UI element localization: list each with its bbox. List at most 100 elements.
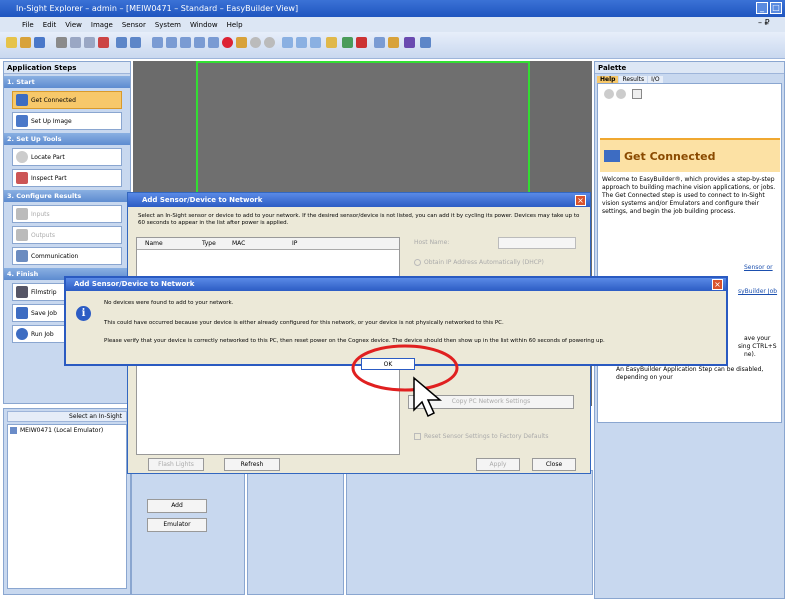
inputs-step[interactable]: Inputs [12, 205, 122, 223]
get-connected-step[interactable]: Get Connected [12, 91, 122, 109]
locate-part-step[interactable]: Locate Part [12, 148, 122, 166]
record-icon[interactable] [222, 37, 233, 48]
add-device-close-button[interactable]: × [575, 195, 586, 206]
tab-help[interactable]: Help [597, 76, 619, 83]
step-section-tools: 2. Set Up Tools [4, 133, 130, 145]
inspect-part-step[interactable]: Inspect Part [12, 169, 122, 187]
prev-image-icon[interactable] [166, 37, 177, 48]
graphics-icon[interactable] [374, 37, 385, 48]
reset-label: Reset Sensor Settings to Factory Default… [424, 433, 549, 440]
help-partial-3: ne). [744, 351, 756, 358]
sensor-list-item[interactable]: MEIW0471 (Local Emulator) [10, 427, 124, 434]
communication-step[interactable]: Communication [12, 247, 122, 265]
communication-icon [16, 250, 28, 262]
cursor-arrow [413, 376, 443, 418]
delete-icon[interactable] [98, 37, 109, 48]
play-icon[interactable] [180, 37, 191, 48]
first-image-icon[interactable] [152, 37, 163, 48]
dhcp-radio[interactable] [414, 259, 421, 266]
online-icon[interactable] [250, 37, 261, 48]
inputs-icon [16, 208, 28, 220]
offline-icon[interactable] [264, 37, 275, 48]
window-title: In-Sight Explorer – admin – [MEIW0471 – … [16, 4, 299, 13]
no-devices-dialog-title: Add Sensor/Device to Network [66, 278, 726, 291]
home-icon[interactable] [632, 89, 642, 99]
filmstrip-step-icon [16, 286, 28, 298]
flash-lights-button[interactable]: Flash Lights [148, 458, 204, 471]
col-type[interactable]: Type [202, 238, 232, 249]
tab-io[interactable]: I/O [648, 76, 663, 83]
help-link-1[interactable]: Sensor or [744, 264, 773, 271]
copy-icon[interactable] [70, 37, 81, 48]
outputs-step[interactable]: Outputs [12, 226, 122, 244]
zoom-out-icon[interactable] [296, 37, 307, 48]
menu-system[interactable]: System [155, 21, 181, 29]
help-icon[interactable] [420, 37, 431, 48]
locate-part-label: Locate Part [31, 153, 65, 161]
outputs-label: Outputs [31, 231, 55, 239]
menu-edit[interactable]: Edit [43, 21, 57, 29]
save-job-label: Save Job [31, 309, 57, 317]
help-heading: Get Connected [624, 149, 716, 163]
zoom-fit-icon[interactable] [310, 37, 321, 48]
minimize-button[interactable]: _ [756, 2, 768, 14]
spreadsheet-view-icon[interactable] [342, 37, 353, 48]
inspect-part-label: Inspect Part [31, 174, 67, 182]
dhcp-label: Obtain IP Address Automatically (DHCP) [424, 259, 544, 266]
new-job-icon[interactable] [6, 37, 17, 48]
cut-icon[interactable] [56, 37, 67, 48]
add-device-instructions: Select an In-Sight sensor or device to a… [138, 213, 580, 226]
menu-window[interactable]: Window [190, 21, 218, 29]
host-name-label: Host Name: [414, 239, 450, 246]
save-icon[interactable] [34, 37, 45, 48]
palette-title: Palette [595, 62, 784, 74]
maximize-button[interactable]: □ [770, 2, 782, 14]
emulator-button[interactable]: Emulator [147, 518, 207, 532]
mdi-controls[interactable]: – ₽ [758, 18, 770, 27]
col-name[interactable]: Name [137, 238, 202, 249]
easybuilder-view-icon[interactable] [326, 37, 337, 48]
reset-factory-option[interactable]: Reset Sensor Settings to Factory Default… [414, 433, 548, 440]
last-image-icon[interactable] [208, 37, 219, 48]
col-ip[interactable]: IP [292, 238, 352, 249]
back-icon[interactable] [604, 89, 614, 99]
open-icon[interactable] [20, 37, 31, 48]
filmstrip-label: Filmstrip [31, 288, 57, 296]
reset-checkbox[interactable] [414, 433, 421, 440]
chart-icon[interactable] [356, 37, 367, 48]
filmstrip-icon[interactable] [404, 37, 415, 48]
redo-icon[interactable] [130, 37, 141, 48]
add-button[interactable]: Add [147, 499, 207, 513]
col-mac[interactable]: MAC [232, 238, 292, 249]
mouse-cursor-icon [413, 376, 443, 418]
zoom-in-icon[interactable] [282, 37, 293, 48]
paste-icon[interactable] [84, 37, 95, 48]
tab-results[interactable]: Results [619, 76, 648, 83]
menu-sensor[interactable]: Sensor [122, 21, 146, 29]
host-name-field[interactable] [498, 237, 576, 249]
apply-button[interactable]: Apply [476, 458, 520, 471]
menu-image[interactable]: Image [91, 21, 113, 29]
set-up-image-label: Set Up Image [31, 117, 72, 125]
menu-view[interactable]: View [65, 21, 82, 29]
close-button[interactable]: Close [532, 458, 576, 471]
forward-icon[interactable] [616, 89, 626, 99]
menu-file[interactable]: File [22, 21, 34, 29]
dhcp-option[interactable]: Obtain IP Address Automatically (DHCP) [414, 259, 544, 266]
message-line-2: This could have occurred because your de… [104, 320, 504, 326]
no-devices-close-button[interactable]: × [712, 279, 723, 290]
get-connected-icon [604, 150, 620, 162]
calibrate-icon[interactable] [388, 37, 399, 48]
application-steps-title: Application Steps [4, 62, 130, 74]
undo-icon[interactable] [116, 37, 127, 48]
refresh-button[interactable]: Refresh [224, 458, 280, 471]
help-bullet-text: An EasyBuilder Application Step can be d… [616, 366, 764, 381]
menu-help[interactable]: Help [227, 21, 243, 29]
sensor-list-panel: Select an In-Sight MEIW0471 (Local Emula… [3, 408, 131, 595]
next-image-icon[interactable] [194, 37, 205, 48]
image-frame [196, 61, 530, 201]
outputs-icon [16, 229, 28, 241]
set-up-image-step[interactable]: Set Up Image [12, 112, 122, 130]
trigger-icon[interactable] [236, 37, 247, 48]
help-link-2[interactable]: syBuilder Job [738, 288, 777, 295]
